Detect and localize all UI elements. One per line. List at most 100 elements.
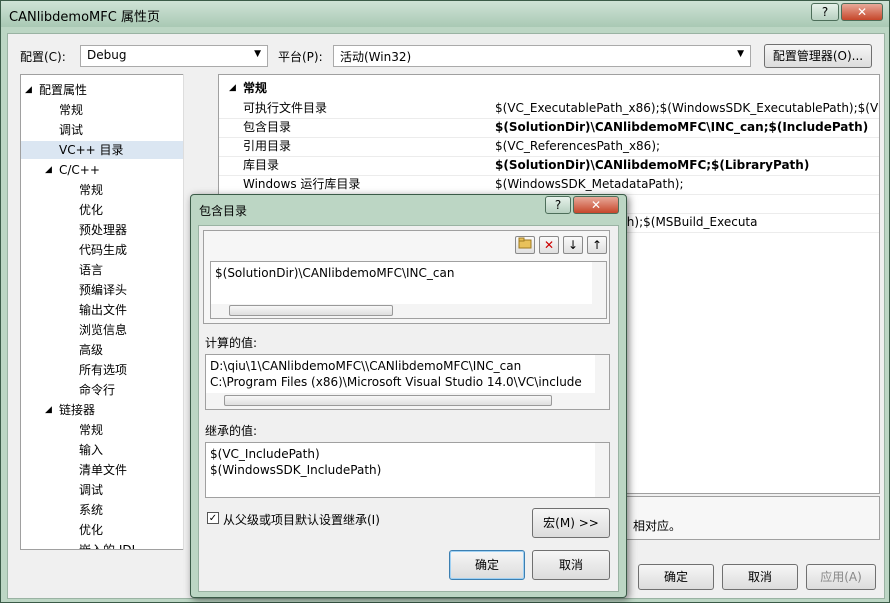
main-titlebar[interactable]: CANlibdemoMFC 属性页 ? ✕ [1,1,889,27]
macro-button[interactable]: 宏(M) >> [532,508,610,538]
tree-item[interactable]: 代码生成 [21,241,184,259]
grid-row[interactable]: 可执行文件目录 $(VC_ExecutablePath_x86);$(Window… [219,99,880,119]
help-button[interactable]: ? [811,3,839,21]
tree-item-label: 常规 [79,423,104,437]
config-combo-value: Debug [87,48,127,62]
dialog-ok-button[interactable]: 确定 [449,550,525,580]
grid-row[interactable]: 库目录 $(SolutionDir)\CANlibdemoMFC;$(Librar… [219,156,879,176]
tree-item-label: 链接器 [59,403,96,417]
grid-category-row[interactable]: ◢ 常规 [219,79,879,98]
grid-row-value: $(VC_ExecutablePath_x86);$(WindowsSDK_Ex… [495,101,880,115]
tree-item[interactable]: ◢ 配置属性 [21,81,184,99]
ok-button[interactable]: 确定 [638,564,714,590]
inherit-checkbox[interactable]: ✓ [207,512,219,524]
tree-item[interactable]: 嵌入的 IDL [21,541,184,550]
platform-combo[interactable]: 活动(Win32) ▼ [333,45,751,67]
horizontal-scrollbar[interactable] [211,304,606,318]
grid-row-name: Windows 运行库目录 [243,177,361,191]
inherited-label: 继承的值: [205,424,258,438]
tree-item[interactable]: 所有选项 [21,361,184,379]
grid-row-name: 引用目录 [243,139,292,153]
delete-icon[interactable]: ✕ [539,236,559,254]
tree-item-label: 预编译头 [79,283,128,297]
tree-item[interactable]: ◢ 链接器 [21,401,184,419]
config-label: 配置(C): [20,50,66,64]
cancel-button[interactable]: 取消 [722,564,798,590]
tree-item-label: 常规 [59,103,84,117]
tree-item[interactable]: ◢ C/C++ [21,161,184,179]
tree-item[interactable]: 清单文件 [21,461,184,479]
grid-row[interactable]: Windows 运行库目录 $(WindowsSDK_MetadataPath); [219,175,879,195]
tree-item[interactable]: 高级 [21,341,184,359]
edit-list[interactable]: $(SolutionDir)\CANlibdemoMFC\INC_can [210,261,607,319]
dialog-title: 包含目录 [199,204,248,218]
tree-item-label: 输入 [79,443,104,457]
tree-item-label: 优化 [79,203,104,217]
tree-item[interactable]: 调试 [21,481,184,499]
edit-list-panel: ✕ ↓ ↑ $(SolutionDir)\CANlibdemoMFC\INC_c… [203,230,610,324]
tree-item[interactable]: VC++ 目录 [21,141,184,159]
platform-combo-value: 活动(Win32) [340,50,412,64]
dialog-close-button[interactable]: ✕ [573,196,619,214]
scroll-thumb[interactable] [224,395,552,406]
expand-arrow-icon[interactable]: ◢ [45,401,52,419]
grid-row-value: $(SolutionDir)\CANlibdemoMFC;$(LibraryPa… [495,158,810,172]
grid-row[interactable]: 引用目录 $(VC_ReferencesPath_x86); [219,137,879,157]
tree-item[interactable]: 语言 [21,261,184,279]
tree-item-label: 高级 [79,343,104,357]
grid-row[interactable]: 包含目录 $(SolutionDir)\CANlibdemoMFC\INC_can… [219,118,879,138]
new-folder-icon[interactable] [515,236,535,254]
tree-item[interactable]: 常规 [21,181,184,199]
tree-item-label: 预处理器 [79,223,128,237]
tree-item-label: 浏览信息 [79,323,128,337]
tree-item[interactable]: 输出文件 [21,301,184,319]
dialog-help-button[interactable]: ? [545,196,571,214]
computed-values: D:\qiu\1\CANlibdemoMFC\\CANlibdemoMFC\IN… [205,354,610,410]
grid-category-label: 常规 [243,81,268,95]
tree-item[interactable]: 命令行 [21,381,184,399]
chevron-down-icon: ▼ [254,49,261,59]
horizontal-scrollbar[interactable] [206,393,609,409]
tree-item-label: 代码生成 [79,243,128,257]
tree-item[interactable]: 优化 [21,201,184,219]
vertical-scrollbar[interactable] [592,262,606,304]
tree-item[interactable]: 输入 [21,441,184,459]
config-combo[interactable]: Debug ▼ [80,45,268,67]
tree-item-label: 调试 [59,123,84,137]
expand-arrow-icon[interactable]: ◢ [25,81,32,99]
arrow-down-icon[interactable]: ↓ [563,236,583,254]
apply-button[interactable]: 应用(A) [806,564,876,590]
computed-line: C:\Program Files (x86)\Microsoft Visual … [210,375,582,389]
config-manager-button[interactable]: 配置管理器(O)... [764,44,872,68]
grid-row-value: $(SolutionDir)\CANlibdemoMFC\INC_can;$(I… [495,120,869,134]
tree-item-label: 常规 [79,183,104,197]
tree-item[interactable]: 常规 [21,421,184,439]
tree-item[interactable]: 预处理器 [21,221,184,239]
tree-item[interactable]: 优化 [21,521,184,539]
tree-item[interactable]: 预编译头 [21,281,184,299]
vertical-scrollbar[interactable] [595,355,609,393]
description-text: 相对应。 [633,519,682,533]
inherited-line: $(WindowsSDK_IncludePath) [210,463,382,477]
tree-item-label: 系统 [79,503,104,517]
tree-item-label: 调试 [79,483,104,497]
arrow-up-icon[interactable]: ↑ [587,236,607,254]
tree-item[interactable]: 浏览信息 [21,321,184,339]
close-button[interactable]: ✕ [841,3,883,21]
tree-item-label: 嵌入的 IDL [79,543,139,550]
tree-item[interactable]: 常规 [21,101,184,119]
include-dirs-dialog: 包含目录 ? ✕ ✕ ↓ ↑ $(SolutionDir)\CANlibdemo… [190,194,627,598]
scroll-thumb[interactable] [229,305,393,316]
computed-label: 计算的值: [205,336,258,350]
tree-item[interactable]: 系统 [21,501,184,519]
inherit-checkbox-label: 从父级或项目默认设置继承(I) [223,513,380,527]
tree-item-label: 优化 [79,523,104,537]
dialog-cancel-button[interactable]: 取消 [532,550,610,580]
expand-arrow-icon[interactable]: ◢ [45,161,52,179]
grid-row-value: $(WindowsSDK_MetadataPath); [495,177,684,191]
grid-row-name: 包含目录 [243,120,292,134]
tree-item[interactable]: 调试 [21,121,184,139]
chevron-down-icon: ▼ [737,49,744,59]
vertical-scrollbar[interactable] [595,443,609,497]
edit-list-item[interactable]: $(SolutionDir)\CANlibdemoMFC\INC_can [215,266,454,280]
